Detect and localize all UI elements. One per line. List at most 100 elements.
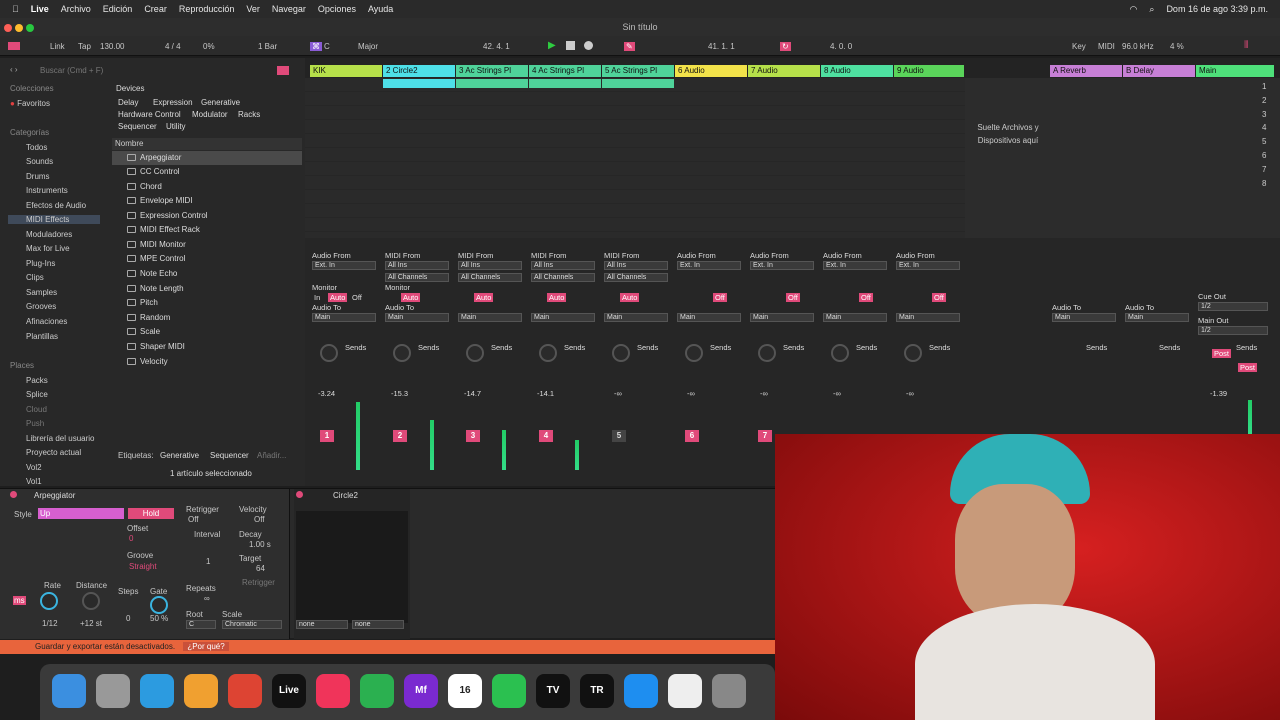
monitor-in-button[interactable]: In xyxy=(314,293,320,302)
monitor-auto-button[interactable]: Auto xyxy=(547,293,567,302)
filter-utility[interactable]: Utility xyxy=(166,122,186,131)
minimize-icon[interactable] xyxy=(15,24,23,32)
track-header-audio-7[interactable]: 7 Audio xyxy=(748,65,820,77)
category-sounds[interactable]: Sounds xyxy=(10,157,53,166)
output-select[interactable]: Main xyxy=(896,313,960,322)
place-user-library[interactable]: Librería del usuario xyxy=(10,434,94,443)
session-record-icon[interactable]: ✎ xyxy=(624,42,635,51)
input-type-select[interactable]: All Ins xyxy=(531,261,595,270)
send-a-knob[interactable] xyxy=(758,344,776,362)
record-icon[interactable] xyxy=(584,41,593,50)
rate-mode-button[interactable]: ms xyxy=(13,596,26,605)
interval-value[interactable]: 1 xyxy=(206,557,210,566)
playing-clip[interactable] xyxy=(602,79,674,88)
zoom-icon[interactable] xyxy=(26,24,34,32)
track-header-strings-5[interactable]: 5 Ac Strings Pl xyxy=(602,65,674,77)
category-midi-effects[interactable]: MIDI Effects xyxy=(8,215,100,224)
send-a-knob[interactable] xyxy=(831,344,849,362)
tempo-field[interactable]: 130.00 xyxy=(100,42,124,51)
send-a-knob[interactable] xyxy=(393,344,411,362)
menu-crear[interactable]: Crear xyxy=(144,4,167,14)
target-value[interactable]: 64 xyxy=(256,564,265,573)
output-select[interactable]: Main xyxy=(823,313,887,322)
retrigger-select[interactable]: Off xyxy=(188,515,199,524)
place-vol1[interactable]: Vol1 xyxy=(10,477,42,486)
scene-6[interactable]: 6 xyxy=(1262,149,1266,163)
volume-readout[interactable]: -3.24 xyxy=(318,389,335,398)
track-activator[interactable]: 7 xyxy=(758,430,772,442)
return-header-reverb[interactable]: A Reverb xyxy=(1050,65,1122,77)
category-max-for-live[interactable]: Max for Live xyxy=(10,244,70,253)
track-header-audio-6[interactable]: 6 Audio xyxy=(675,65,747,77)
track-header-audio-9[interactable]: 9 Audio xyxy=(894,65,964,77)
input-channel-select[interactable]: All Channels xyxy=(385,273,449,282)
velocity-toggle[interactable]: Off xyxy=(254,515,265,524)
place-push[interactable]: Push xyxy=(10,419,44,428)
key-map-button[interactable]: Key xyxy=(1072,42,1086,51)
steps-value[interactable]: 0 xyxy=(126,614,130,623)
clip-grid[interactable] xyxy=(305,78,965,238)
browser-item-midi-effect-rack[interactable]: MIDI Effect Rack xyxy=(112,223,302,237)
filter-racks[interactable]: Racks xyxy=(238,110,260,119)
output-select[interactable]: Main xyxy=(1125,313,1189,322)
root-select[interactable]: C xyxy=(186,620,216,629)
cue-out-select[interactable]: 1/2 xyxy=(1198,302,1268,311)
filter-expression[interactable]: Expression xyxy=(153,98,193,107)
category-instruments[interactable]: Instruments xyxy=(10,186,68,195)
tag-generative[interactable]: Generative xyxy=(160,451,199,460)
volume-readout[interactable]: -14.1 xyxy=(537,389,554,398)
input-type-select[interactable]: All Ins xyxy=(604,261,668,270)
volume-readout[interactable]: -∞ xyxy=(687,389,695,398)
input-type-select[interactable]: Ext. In xyxy=(312,261,376,270)
input-type-select[interactable]: All Ins xyxy=(385,261,449,270)
dock-messages-icon[interactable] xyxy=(360,674,394,708)
track-activator[interactable]: 6 xyxy=(685,430,699,442)
track-header-strings-3[interactable]: 3 Ac Strings Pl xyxy=(456,65,528,77)
category-templates[interactable]: Plantillas xyxy=(10,332,58,341)
output-select[interactable]: Main xyxy=(1052,313,1116,322)
input-channel-select[interactable]: All Channels xyxy=(604,273,668,282)
tag-sequencer[interactable]: Sequencer xyxy=(210,451,249,460)
browser-item-cc-control[interactable]: CC Control xyxy=(112,165,302,179)
output-select[interactable]: Main xyxy=(604,313,668,322)
dock-finder-icon[interactable] xyxy=(52,674,86,708)
category-drums[interactable]: Drums xyxy=(10,172,50,181)
place-vol2[interactable]: Vol2 xyxy=(10,463,42,472)
input-type-select[interactable]: Ext. In xyxy=(677,261,741,270)
tap-button[interactable]: Tap xyxy=(78,42,91,51)
send-a-knob[interactable] xyxy=(612,344,630,362)
monitor-off-button[interactable]: Off xyxy=(713,293,727,302)
link-button[interactable]: Link xyxy=(50,42,65,51)
output-select[interactable]: Main xyxy=(677,313,741,322)
arpeggiator-title[interactable]: Arpeggiator xyxy=(34,491,75,500)
menu-ver[interactable]: Ver xyxy=(246,4,260,14)
input-channel-select[interactable]: All Channels xyxy=(531,273,595,282)
monitor-off-button[interactable]: Off xyxy=(786,293,800,302)
input-channel-select[interactable]: All Channels xyxy=(458,273,522,282)
output-select[interactable]: Main xyxy=(312,313,376,322)
post-button[interactable]: Post xyxy=(1238,363,1258,372)
track-header-audio-8[interactable]: 8 Audio xyxy=(821,65,893,77)
playing-clip[interactable] xyxy=(529,79,601,88)
tag-add[interactable]: Añadir... xyxy=(257,451,286,460)
send-a-knob[interactable] xyxy=(904,344,922,362)
category-todos[interactable]: Todos xyxy=(10,143,47,152)
scene-5[interactable]: 5 xyxy=(1262,135,1266,149)
distance-knob[interactable] xyxy=(82,592,100,610)
dock-music-icon[interactable] xyxy=(316,674,350,708)
filter-modulator[interactable]: Modulator xyxy=(192,110,228,119)
category-tunings[interactable]: Afinaciones xyxy=(10,317,67,326)
browser-item-envelope-midi[interactable]: Envelope MIDI xyxy=(112,194,302,208)
close-icon[interactable] xyxy=(4,24,12,32)
filter-generative[interactable]: Generative xyxy=(201,98,240,107)
send-a-knob[interactable] xyxy=(539,344,557,362)
menu-opciones[interactable]: Opciones xyxy=(318,4,356,14)
menu-ayuda[interactable]: Ayuda xyxy=(368,4,393,14)
place-current-project[interactable]: Proyecto actual xyxy=(10,448,81,457)
place-cloud[interactable]: Cloud xyxy=(10,405,47,414)
dock-launchpad-icon[interactable] xyxy=(96,674,130,708)
favorites-item[interactable]: ● Favoritos xyxy=(10,99,50,108)
scale-mode-icon[interactable]: ⌘ xyxy=(310,42,322,51)
scene-3[interactable]: 3 xyxy=(1262,108,1266,122)
mod-select[interactable]: none xyxy=(296,620,348,629)
